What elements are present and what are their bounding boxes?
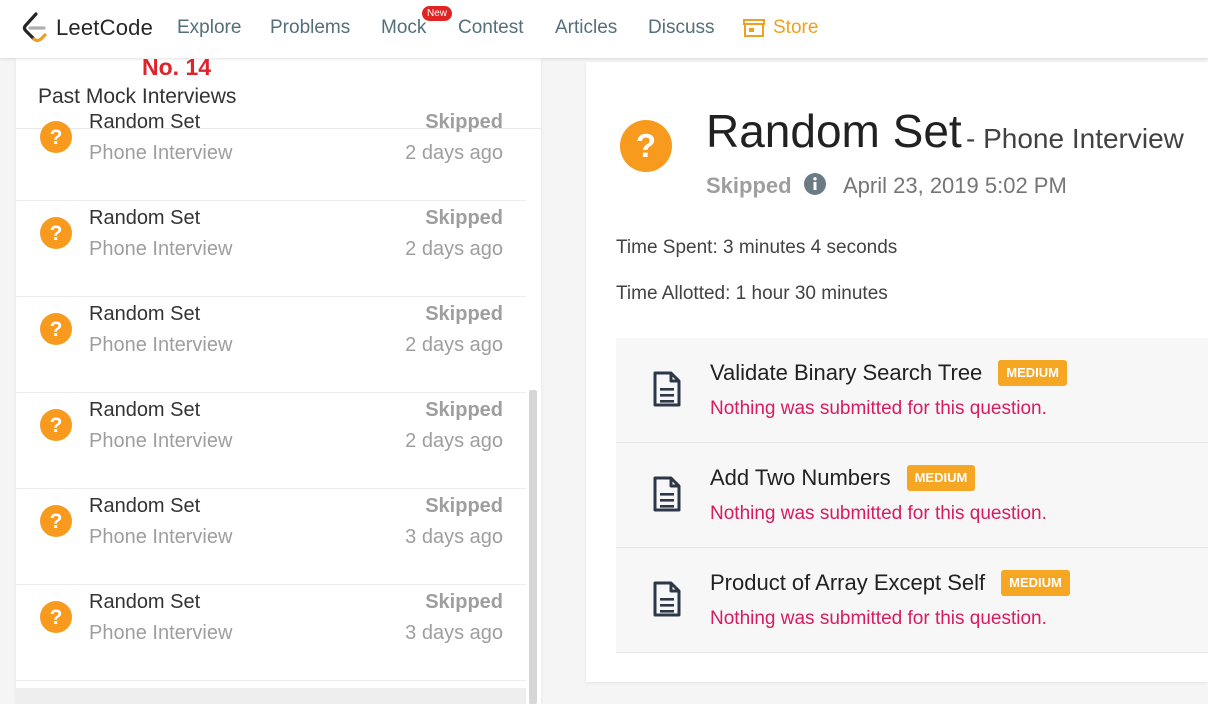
svg-text:?: ? [50,318,63,341]
item-subtitle: Phone Interview [89,526,233,548]
item-title: Random Set [89,303,201,325]
nav-articles[interactable]: Articles [555,17,617,39]
past-interviews-panel: Past Mock Interviews ? Random Set Phone … [16,58,541,704]
sidebar-scrollbar[interactable] [529,390,537,704]
item-subtitle: Phone Interview [89,622,233,644]
svg-text:?: ? [636,127,656,164]
top-nav: LeetCode Explore Problems Mock New Conte… [0,0,1208,58]
store-icon [743,19,765,37]
question-circle-icon: ? [40,217,72,254]
nav-discuss[interactable]: Discuss [648,17,715,39]
detail-title: Random Set [706,105,962,157]
question-item[interactable]: Add Two Numbers MEDIUM Nothing was submi… [616,443,1208,548]
difficulty-badge: MEDIUM [906,465,976,491]
nav-contest[interactable]: Contest [458,17,523,39]
item-subtitle: Phone Interview [89,238,233,260]
annotation-label: No. 14 [142,54,212,80]
info-icon[interactable] [804,173,826,200]
document-icon [652,476,682,517]
question-circle-icon: ? [620,120,672,177]
question-circle-icon: ? [40,601,72,638]
item-subtitle: Phone Interview [89,430,233,452]
interview-list: ? Random Set Phone Interview Skipped 2 d… [16,111,526,681]
item-time: 3 days ago [405,526,503,548]
item-status: Skipped [425,303,503,325]
time-allotted: Time Allotted: 1 hour 30 minutes [616,283,888,304]
item-status: Skipped [425,207,503,229]
interview-detail-panel: ? Random Set - Phone Interview Skipped A… [586,62,1208,682]
question-item[interactable]: Validate Binary Search Tree MEDIUM Nothi… [616,338,1208,443]
detail-subtitle: - Phone Interview [966,123,1184,154]
item-time: 2 days ago [405,142,503,164]
logo-text: LeetCode [56,15,154,40]
nav-store[interactable]: Store [743,17,818,39]
item-status: Skipped [425,495,503,517]
item-time: 3 days ago [405,622,503,644]
item-status: Skipped [425,591,503,613]
interview-list-item[interactable]: ? Random Set Phone Interview Skipped 2 d… [16,105,526,201]
item-time: 2 days ago [405,430,503,452]
svg-text:?: ? [50,126,63,149]
nav-problems[interactable]: Problems [270,17,350,39]
svg-text:?: ? [50,414,63,437]
item-time: 2 days ago [405,334,503,356]
item-title: Random Set [89,207,201,229]
nav-store-label: Store [773,17,819,38]
question-circle-icon: ? [40,313,72,350]
document-icon [652,581,682,622]
question-message: Nothing was submitted for this question. [710,398,1047,419]
interview-list-item[interactable]: ? Random Set Phone Interview Skipped 2 d… [16,201,526,297]
item-status: Skipped [425,111,503,133]
question-title[interactable]: Add Two Numbers MEDIUM [710,465,976,491]
svg-text:?: ? [50,606,63,629]
svg-text:?: ? [50,222,63,245]
item-title: Random Set [89,591,201,613]
document-icon [652,371,682,412]
item-subtitle: Phone Interview [89,142,233,164]
item-title: Random Set [89,399,201,421]
question-item[interactable]: Product of Array Except Self MEDIUM Noth… [616,548,1208,653]
question-circle-icon: ? [40,121,72,158]
question-list: Validate Binary Search Tree MEDIUM Nothi… [616,338,1208,653]
interview-list-item[interactable]: ? Random Set Phone Interview Skipped 3 d… [16,585,526,681]
nav-mock[interactable]: Mock [381,17,426,39]
question-title-text: Product of Array Except Self [710,570,986,595]
detail-status: Skipped [706,173,792,198]
question-circle-icon: ? [40,505,72,542]
list-next-item-partial[interactable] [16,688,526,704]
question-title-text: Add Two Numbers [710,465,891,490]
question-message: Nothing was submitted for this question. [710,608,1047,629]
question-circle-icon: ? [40,409,72,446]
nav-explore[interactable]: Explore [177,17,241,39]
question-message: Nothing was submitted for this question. [710,503,1047,524]
leetcode-logo-icon [22,12,47,43]
time-spent: Time Spent: 3 minutes 4 seconds [616,237,898,258]
interview-list-item[interactable]: ? Random Set Phone Interview Skipped 3 d… [16,489,526,585]
item-time: 2 days ago [405,238,503,260]
difficulty-badge: MEDIUM [1001,570,1070,596]
item-status: Skipped [425,399,503,421]
question-title[interactable]: Product of Array Except Self MEDIUM [710,570,1070,596]
interview-list-item[interactable]: ? Random Set Phone Interview Skipped 2 d… [16,297,526,393]
new-badge: New [422,6,453,21]
question-title-text: Validate Binary Search Tree [710,360,983,385]
question-title[interactable]: Validate Binary Search Tree MEDIUM [710,360,1068,386]
item-subtitle: Phone Interview [89,334,233,356]
difficulty-badge: MEDIUM [998,360,1068,386]
item-title: Random Set [89,495,201,517]
item-title: Random Set [89,111,201,133]
leetcode-logo[interactable]: LeetCode [22,11,153,45]
interview-list-item[interactable]: ? Random Set Phone Interview Skipped 2 d… [16,393,526,489]
svg-text:?: ? [50,510,63,533]
detail-date: April 23, 2019 5:02 PM [843,173,1067,198]
